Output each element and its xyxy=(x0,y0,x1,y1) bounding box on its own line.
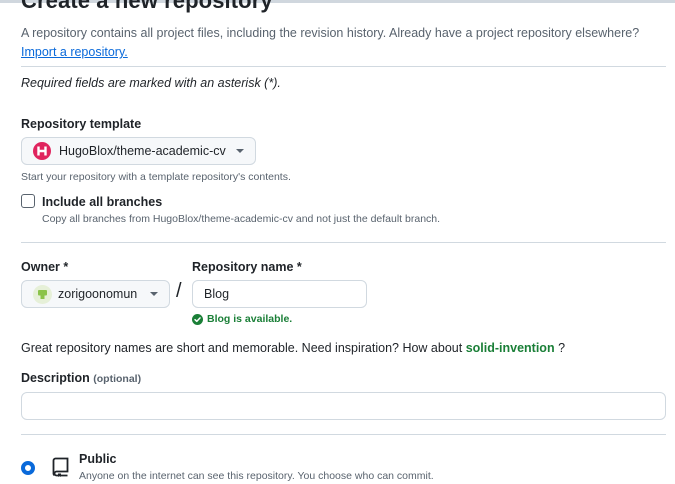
description-input[interactable] xyxy=(21,392,666,420)
include-all-branches-hint: Copy all branches from HugoBlox/theme-ac… xyxy=(42,213,441,225)
include-all-branches-label[interactable]: Include all branches xyxy=(42,195,162,209)
intro-text: A repository contains all project files,… xyxy=(21,24,661,62)
suggestion-trail: ? xyxy=(558,341,566,355)
suggested-name-button[interactable]: solid-invention xyxy=(466,341,555,355)
template-label: Repository template xyxy=(21,117,142,131)
availability-status: Blog is available. xyxy=(192,313,292,325)
chevron-down-icon xyxy=(236,149,244,153)
repo-icon xyxy=(52,457,70,482)
template-select[interactable]: HugoBlox/theme-academic-cv xyxy=(21,137,256,165)
chevron-down-icon xyxy=(150,292,158,296)
divider xyxy=(21,66,666,67)
visibility-public-radio[interactable] xyxy=(21,461,35,475)
name-suggestion: Great repository names are short and mem… xyxy=(21,341,565,355)
repository-name-input[interactable] xyxy=(192,280,367,308)
availability-text: Blog is available. xyxy=(207,313,293,325)
include-all-branches-checkbox[interactable] xyxy=(21,194,35,208)
import-repository-link[interactable]: Import a repository. xyxy=(21,45,128,59)
owner-select-value: zorigoonomun xyxy=(58,287,138,301)
required-fields-note: Required fields are marked with an aster… xyxy=(21,76,281,90)
hugoblox-logo-icon xyxy=(33,142,51,160)
suggestion-text: Great repository names are short and mem… xyxy=(21,341,463,355)
intro-description: A repository contains all project files,… xyxy=(21,26,640,40)
visibility-public-label[interactable]: Public xyxy=(79,452,117,466)
divider xyxy=(21,242,666,243)
optional-tag: (optional) xyxy=(93,373,142,385)
owner-label: Owner * xyxy=(21,260,69,274)
check-circle-icon xyxy=(192,313,203,325)
owner-select[interactable]: zorigoonomun xyxy=(21,280,170,308)
template-hint: Start your repository with a template re… xyxy=(21,171,291,183)
page-title: Create a new repository xyxy=(21,0,273,13)
visibility-public-description: Anyone on the internet can see this repo… xyxy=(79,470,434,482)
description-label-text: Description xyxy=(21,371,90,385)
template-select-value: HugoBlox/theme-academic-cv xyxy=(59,144,226,158)
owner-repo-separator: / xyxy=(176,280,182,302)
description-label: Description (optional) xyxy=(21,371,141,385)
repository-name-label: Repository name * xyxy=(192,260,302,274)
divider xyxy=(21,434,666,435)
user-avatar-icon xyxy=(33,284,52,304)
